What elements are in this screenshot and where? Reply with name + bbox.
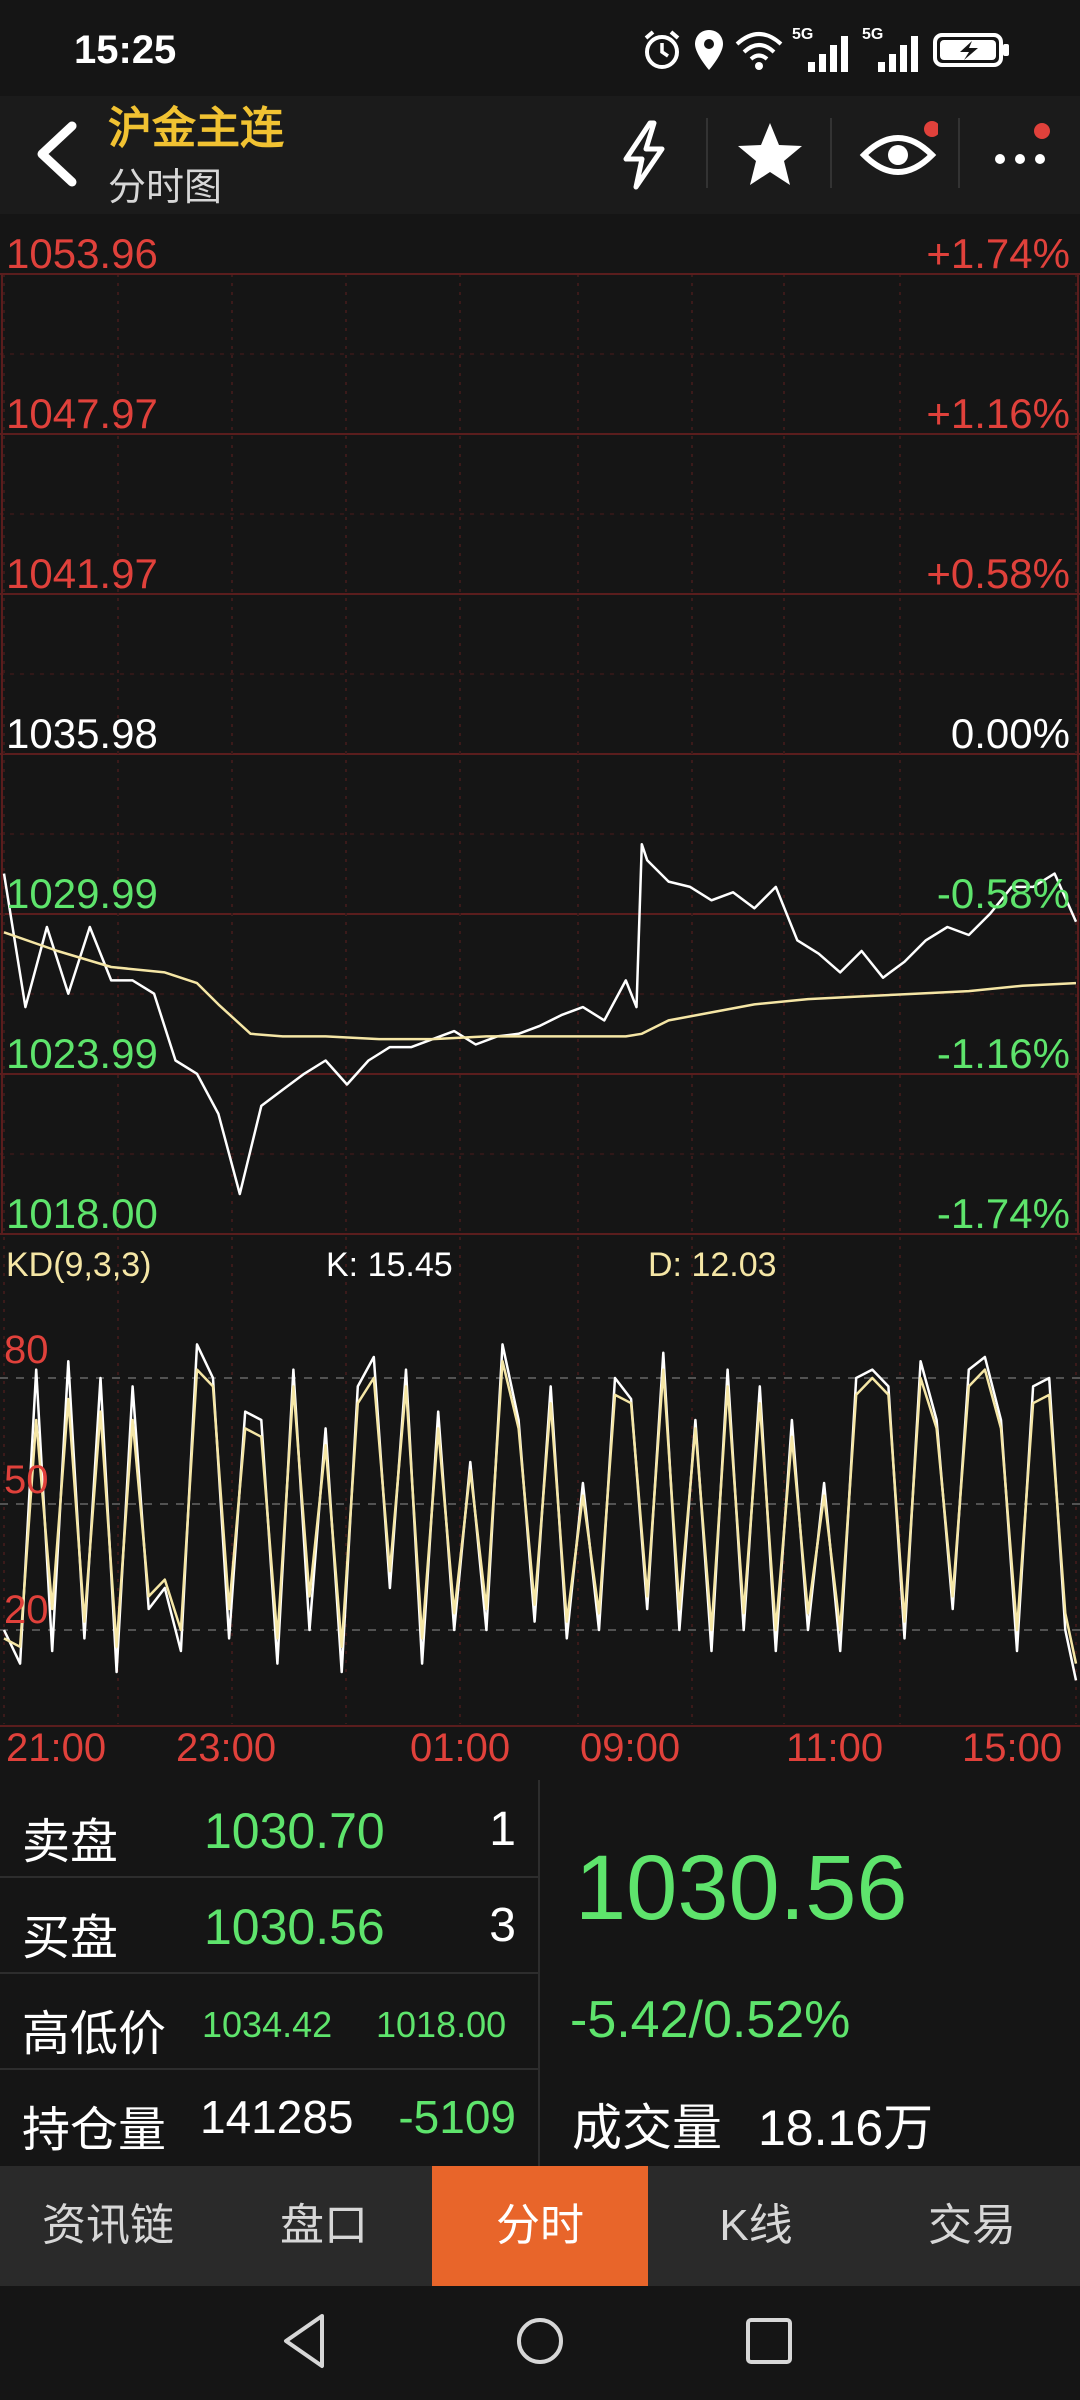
system-nav-bar [0, 2286, 1080, 2400]
tab-kline[interactable]: K线 [648, 2166, 864, 2286]
location-icon [695, 30, 723, 70]
battery-charging-icon [933, 33, 1009, 67]
open-interest-label: 持仓量 [22, 2104, 167, 2157]
page-subtitle: 分时图 [108, 167, 223, 209]
pct-tick-label: 0.00% [950, 710, 1070, 757]
header-divider [830, 118, 832, 188]
eye-icon[interactable] [858, 115, 938, 195]
kd-level-label: 20 [4, 1588, 49, 1632]
pct-tick-label: -0.58% [936, 870, 1070, 917]
more-icon[interactable] [984, 115, 1064, 195]
page-title: 沪金主连 [108, 104, 284, 153]
kd-title: KD(9,3,3) [6, 1246, 152, 1284]
tab-bar: 资讯链 盘口 分时 K线 交易 [0, 2166, 1080, 2286]
nav-recents-icon[interactable] [734, 2306, 804, 2376]
open-interest-change: -5109 [398, 2091, 516, 2143]
volume-value: 18.16万 [758, 2100, 934, 2156]
pct-tick-label: +1.74% [926, 230, 1070, 277]
last-price: 1030.56 [575, 1837, 908, 1939]
intraday-chart[interactable]: 1053.96 1047.97 1041.97 1035.98 1029.99 … [0, 214, 1080, 1774]
open-interest-value: 141285 [200, 2091, 354, 2143]
tab-intraday[interactable]: 分时 [432, 2166, 648, 2286]
price-tick-label: 1023.99 [6, 1030, 158, 1077]
tab-trade[interactable]: 交易 [864, 2166, 1080, 2286]
time-axis-label: 15:00 [962, 1726, 1063, 1770]
ask-label: 卖盘 [22, 1816, 119, 1869]
chart-canvas [0, 273, 1080, 1727]
high-low-label: 高低价 [22, 2008, 167, 2061]
time-axis-label: 09:00 [580, 1726, 681, 1770]
kd-level-label: 80 [4, 1328, 49, 1372]
high-price: 1034.42 [202, 2004, 333, 2045]
price-tick-label: 1029.99 [6, 870, 158, 917]
status-bar: 15:25 5G 5G [0, 0, 1080, 100]
nav-home-icon[interactable] [505, 2306, 575, 2376]
nav-back-icon[interactable] [272, 2306, 342, 2376]
pct-tick-label: +1.16% [926, 390, 1070, 437]
kd-k-value: K: 15.45 [326, 1246, 453, 1284]
price-tick-label: 1035.98 [6, 710, 158, 757]
tab-order-book[interactable]: 盘口 [216, 2166, 432, 2286]
pct-tick-label: +0.58% [926, 550, 1070, 597]
5g-signal-icon: 5G [792, 26, 852, 72]
pct-tick-label: -1.16% [936, 1030, 1070, 1077]
ask-price: 1030.70 [204, 1803, 385, 1859]
alarm-icon [644, 30, 680, 69]
5g-signal-icon: 5G [862, 26, 922, 72]
quote-divider [538, 1780, 540, 2166]
bid-price: 1030.56 [204, 1899, 385, 1955]
price-tick-label: 1053.96 [6, 230, 158, 277]
kd-level-label: 50 [4, 1458, 49, 1502]
status-time: 15:25 [74, 28, 177, 72]
high-low-row: 高低价 1034.42 1018.00 [0, 1972, 538, 2070]
wifi-icon [735, 32, 783, 70]
bid-label: 买盘 [22, 1912, 119, 1965]
price-tick-label: 1018.00 [6, 1190, 158, 1237]
price-change: -5.42/0.52% [570, 1991, 851, 2049]
ask-qty: 1 [489, 1803, 516, 1856]
ask-row[interactable]: 卖盘 1030.70 1 [0, 1780, 538, 1878]
time-axis-label: 01:00 [410, 1726, 511, 1770]
header-divider [958, 118, 960, 188]
time-axis-label: 21:00 [6, 1726, 107, 1770]
lightning-icon[interactable] [604, 115, 684, 195]
time-axis-label: 11:00 [786, 1726, 884, 1770]
volume-label: 成交量 [572, 2100, 722, 2156]
price-tick-label: 1041.97 [6, 550, 158, 597]
low-price: 1018.00 [376, 2004, 507, 2045]
bid-row[interactable]: 买盘 1030.56 3 [0, 1876, 538, 1974]
back-button[interactable] [22, 114, 92, 194]
tab-news-chain[interactable]: 资讯链 [0, 2166, 216, 2286]
price-line [2, 842, 1078, 1196]
star-icon[interactable] [730, 115, 810, 195]
open-interest-row: 持仓量 141285 -5109 [0, 2068, 538, 2164]
kd-d-line [3, 1359, 1078, 1664]
pct-tick-label: -1.74% [936, 1190, 1070, 1237]
header-divider [706, 118, 708, 188]
bid-qty: 3 [489, 1899, 516, 1952]
time-axis-label: 23:00 [176, 1726, 277, 1770]
price-tick-label: 1047.97 [6, 390, 158, 437]
kd-d-value: D: 12.03 [648, 1246, 777, 1284]
